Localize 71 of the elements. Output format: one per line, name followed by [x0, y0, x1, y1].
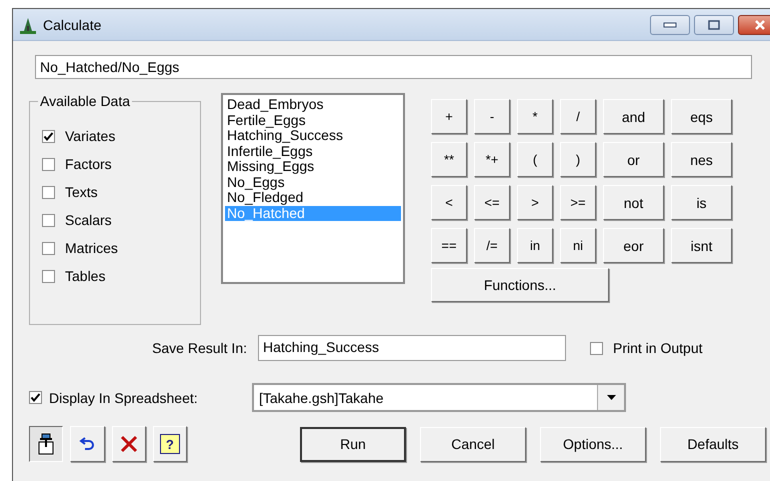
checkbox[interactable] [42, 214, 55, 226]
operator-button[interactable]: ** [431, 142, 467, 177]
pin-icon [36, 433, 56, 455]
checkbox[interactable] [42, 270, 55, 282]
operator-button[interactable]: + [431, 99, 467, 134]
operator-button[interactable]: or [603, 142, 664, 177]
operator-button[interactable]: >= [560, 185, 596, 220]
operator-button[interactable]: eor [603, 228, 664, 263]
list-item[interactable]: No_Eggs [225, 174, 401, 190]
operator-button[interactable]: in [517, 228, 553, 263]
operator-button[interactable]: ni [560, 228, 596, 263]
window-title: Calculate [43, 16, 102, 32]
checkbox[interactable] [590, 342, 603, 354]
operator-button[interactable]: * [517, 99, 553, 134]
operator-button[interactable]: isnt [671, 228, 732, 263]
list-item[interactable]: No_Fledged [225, 190, 401, 206]
help-icon: ? [160, 434, 180, 454]
list-item[interactable]: Missing_Eggs [225, 159, 401, 174]
checkbox-label: Scalars [65, 212, 112, 228]
checkbox[interactable] [42, 130, 55, 142]
operator-button[interactable]: ) [560, 142, 596, 177]
list-item[interactable]: Fertile_Eggs [225, 112, 401, 128]
checkbox[interactable] [29, 391, 42, 404]
minimize-button[interactable] [650, 14, 690, 34]
operator-button[interactable]: not [603, 185, 664, 220]
operator-button[interactable]: /= [474, 228, 510, 263]
dialog-button[interactable]: Defaults [660, 426, 766, 462]
toolbar-button[interactable] [29, 426, 64, 462]
dialog-button[interactable]: Options... [540, 426, 646, 462]
spreadsheet-dropdown[interactable]: [Takahe.gsh]Takahe [252, 383, 626, 412]
close-button[interactable] [738, 14, 770, 34]
list-item[interactable]: Hatching_Success [225, 128, 401, 144]
minimize-icon [663, 22, 677, 28]
operator-button[interactable]: == [431, 228, 467, 263]
operator-button[interactable]: < [431, 185, 467, 220]
maximize-button[interactable] [694, 14, 734, 34]
operator-button[interactable]: is [671, 185, 732, 220]
operator-button[interactable]: eqs [671, 99, 732, 134]
checkbox-label: Display In Spreadsheet: [49, 390, 199, 406]
list-item[interactable]: Infertile_Eggs [225, 144, 401, 159]
group-title: Available Data [38, 93, 132, 109]
delete-icon [120, 435, 138, 453]
checkbox-label: Texts [65, 184, 98, 200]
functions-button[interactable]: Functions... [431, 268, 609, 302]
save-result-label: Save Result In: [151, 340, 247, 356]
toolbar-button[interactable]: ? [152, 426, 187, 462]
dialog-button[interactable]: Run [300, 426, 406, 462]
dropdown-arrow-icon [606, 395, 616, 400]
checkbox-label: Variates [65, 128, 116, 144]
operator-button[interactable]: and [603, 99, 664, 134]
checkbox-label: Tables [65, 268, 106, 284]
maximize-icon [708, 20, 720, 30]
dialog-button[interactable]: Cancel [420, 426, 526, 462]
list-item[interactable]: Dead_Embryos [225, 97, 401, 112]
close-icon [754, 18, 766, 30]
operator-button[interactable]: > [517, 185, 553, 220]
checkbox[interactable] [42, 186, 55, 198]
checkbox[interactable] [42, 158, 55, 170]
checkbox-label: Factors [65, 156, 112, 172]
operator-button[interactable]: / [560, 99, 596, 134]
save-result-field[interactable]: Hatching_Success [258, 335, 566, 361]
expression-field[interactable]: No_Hatched/No_Eggs [35, 55, 752, 79]
data-listbox[interactable]: Dead_Embryos Fertile_Eggs Hatching_Success Infertile_Eggs Missing_Eggs No_Eggs No_Fledged No_Hatched [221, 93, 405, 284]
operator-button[interactable]: <= [474, 185, 510, 220]
operator-button[interactable]: *+ [474, 142, 510, 177]
checkbox[interactable] [42, 242, 55, 254]
operator-button[interactable]: - [474, 99, 510, 134]
checkbox-label: Matrices [65, 240, 118, 256]
checkbox-label: Print in Output [613, 340, 702, 356]
operator-button[interactable]: nes [671, 142, 732, 177]
operator-button[interactable]: ( [517, 142, 553, 177]
